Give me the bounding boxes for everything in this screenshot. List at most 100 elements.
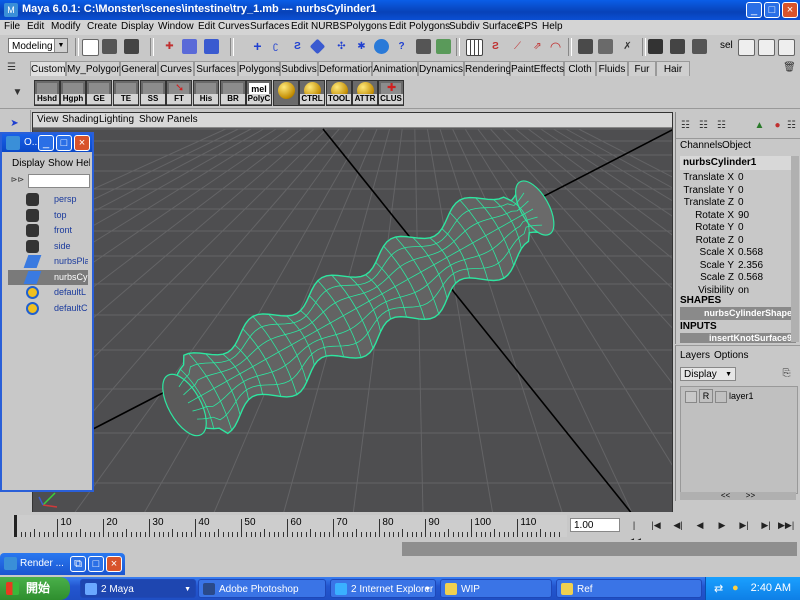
current-time-indicator[interactable] [14,515,17,537]
channel-layout-icon[interactable]: ☷ [696,118,711,133]
snap-view-icon[interactable]: ⇗ [530,39,545,54]
channel-attribute-row[interactable]: Rotate X 90 [680,210,796,222]
viewport-menu-show[interactable]: Show [139,114,164,125]
channel-box-icon[interactable] [778,39,795,56]
shelf-button[interactable]: CTRL [299,80,325,106]
shelf-button[interactable]: His [193,80,219,106]
perspective-viewport[interactable] [32,112,673,514]
select-tool-icon[interactable]: ➤ [7,116,22,131]
color-picker-icon[interactable]: ● [770,118,785,133]
channel-attribute-row[interactable]: Translate Z 0 [680,197,796,209]
tab-rendering[interactable]: Rendering [464,61,511,76]
channel-scrollbar[interactable] [791,156,799,342]
shelf-arrow-icon[interactable]: ▼ [10,85,25,100]
viewport-menu-shading[interactable]: Shading [62,114,99,125]
outliner-item[interactable]: defaultC [8,301,88,316]
menu-cps[interactable]: CPS [517,21,538,32]
outliner-item[interactable]: top [8,208,88,223]
taskbar-button[interactable]: Ref [556,579,702,598]
layer-visibility-toggle[interactable] [685,391,697,403]
channel-attribute-row[interactable]: Translate Y 0 [680,185,796,197]
outliner-item[interactable]: persp [8,192,88,207]
menu-edit-curves[interactable]: Edit Curves [198,21,250,32]
shelf-button[interactable]: TOOL [326,80,352,106]
menu-surfaces[interactable]: Surfaces [250,21,289,32]
outliner-close-button[interactable]: × [74,135,90,151]
tab-cloth[interactable]: Cloth [564,61,596,76]
layers-menu-layers[interactable]: Layers [680,350,710,361]
channel-attribute-value[interactable]: 0.568 [738,247,763,259]
channel-attribute-value[interactable]: 0 [738,235,744,247]
render-maximize-button[interactable]: □ [88,556,104,572]
outliner-minimize-button[interactable]: _ [38,135,54,151]
snap-curve-icon[interactable]: Ƨ [488,39,503,54]
input-node[interactable]: insertKnotSurface9 [680,333,796,343]
question-icon[interactable]: ? [394,39,409,54]
step-back-frame-icon[interactable]: ◀| [670,517,686,533]
select-by-object-icon[interactable] [182,39,197,54]
outliner-menu-display[interactable]: Display [12,158,45,169]
go-to-end-icon[interactable]: ▶▶| [778,517,794,533]
step-forward-frame-icon[interactable]: ▶| [736,517,752,533]
plus-icon[interactable]: + [250,39,265,54]
channel-attribute-value[interactable]: 90 [738,210,749,222]
play-forward-icon[interactable]: ▶ [714,517,730,533]
history-icon[interactable] [578,39,593,54]
lock-icon[interactable] [416,39,431,54]
layer-row[interactable]: R layer1 [683,389,795,403]
channel-attribute-row[interactable]: Rotate Y 0 [680,222,796,234]
render-view-window[interactable]: Render ... ⧉ □ × [0,553,125,575]
new-scene-icon[interactable] [82,39,99,56]
start-button[interactable]: 開始 [0,577,70,600]
shelf-button[interactable] [273,80,299,106]
outliner-item[interactable]: nurbsPla [8,254,88,269]
tab-dynamics[interactable]: Dynamics [418,61,464,76]
manipulator-icon[interactable]: ▲ [752,118,767,133]
channel-attribute-value[interactable]: 2.356 [738,260,763,272]
outliner-menu-help[interactable]: Help [76,158,90,169]
taskbar-button[interactable]: WIP [440,579,552,598]
construction-history-icon[interactable]: ✗ [620,39,635,54]
tab-my-polygon[interactable]: My_Polygon [66,61,122,76]
menu-window[interactable]: Window [158,21,194,32]
outliner-item[interactable]: defaultL [8,285,88,300]
channel-menu-object[interactable]: Object [722,140,751,151]
io-icon[interactable] [598,39,613,54]
tab-painteffects[interactable]: PaintEffects [510,61,564,76]
menu-file[interactable]: File [4,21,20,32]
joint-icon[interactable]: ✱ [354,39,369,54]
curve-icon[interactable]: ʗ [268,39,283,54]
shelf-button[interactable]: ATTR [352,80,378,106]
snap-icon[interactable] [436,39,451,54]
channel-menu-channels[interactable]: Channels [680,140,722,151]
outliner-search-input[interactable] [28,174,90,188]
menu-edit-nurbs[interactable]: Edit NURBS [291,21,346,32]
layer-scrollbar[interactable]: << >> [680,492,796,500]
save-scene-icon[interactable] [124,39,139,54]
menu-edit[interactable]: Edit [27,21,44,32]
menu-modify[interactable]: Modify [51,21,80,32]
channel-attribute-value[interactable]: 0 [738,185,744,197]
shape-node[interactable]: nurbsCylinderShape [680,307,796,320]
select-by-hierarchy-icon[interactable]: ✚ [162,39,177,54]
shelf-button[interactable]: Hgph [60,80,86,106]
range-bar[interactable] [402,542,797,556]
deformer-icon[interactable]: ✣ [334,39,349,54]
layer-color-swatch[interactable] [715,391,727,403]
open-scene-icon[interactable] [102,39,117,54]
outliner-item[interactable]: nurbsCy [8,269,88,285]
filter-icon[interactable]: ⊳⊳ [10,172,25,187]
ipr-render-icon[interactable] [670,39,685,54]
step-forward-key-icon[interactable]: ▶| [758,517,774,533]
outliner-item[interactable]: side [8,239,88,254]
tab-hair[interactable]: Hair [656,61,690,76]
channel-attribute-value[interactable]: 0.568 [738,272,763,284]
taskbar-button[interactable]: 2 Maya ▼ [80,579,196,598]
tab-deformation[interactable]: Deformation [318,61,373,76]
make-live-icon[interactable]: ◠ [548,39,563,54]
network-icon[interactable]: ⇄ [714,582,723,595]
trash-icon[interactable]: 🗑 [782,60,797,75]
layer-display-select[interactable]: Display ▼ [680,367,736,381]
channel-layout-icon[interactable]: ☷ [784,118,799,133]
tab-subdivs[interactable]: Subdivs [280,61,318,76]
